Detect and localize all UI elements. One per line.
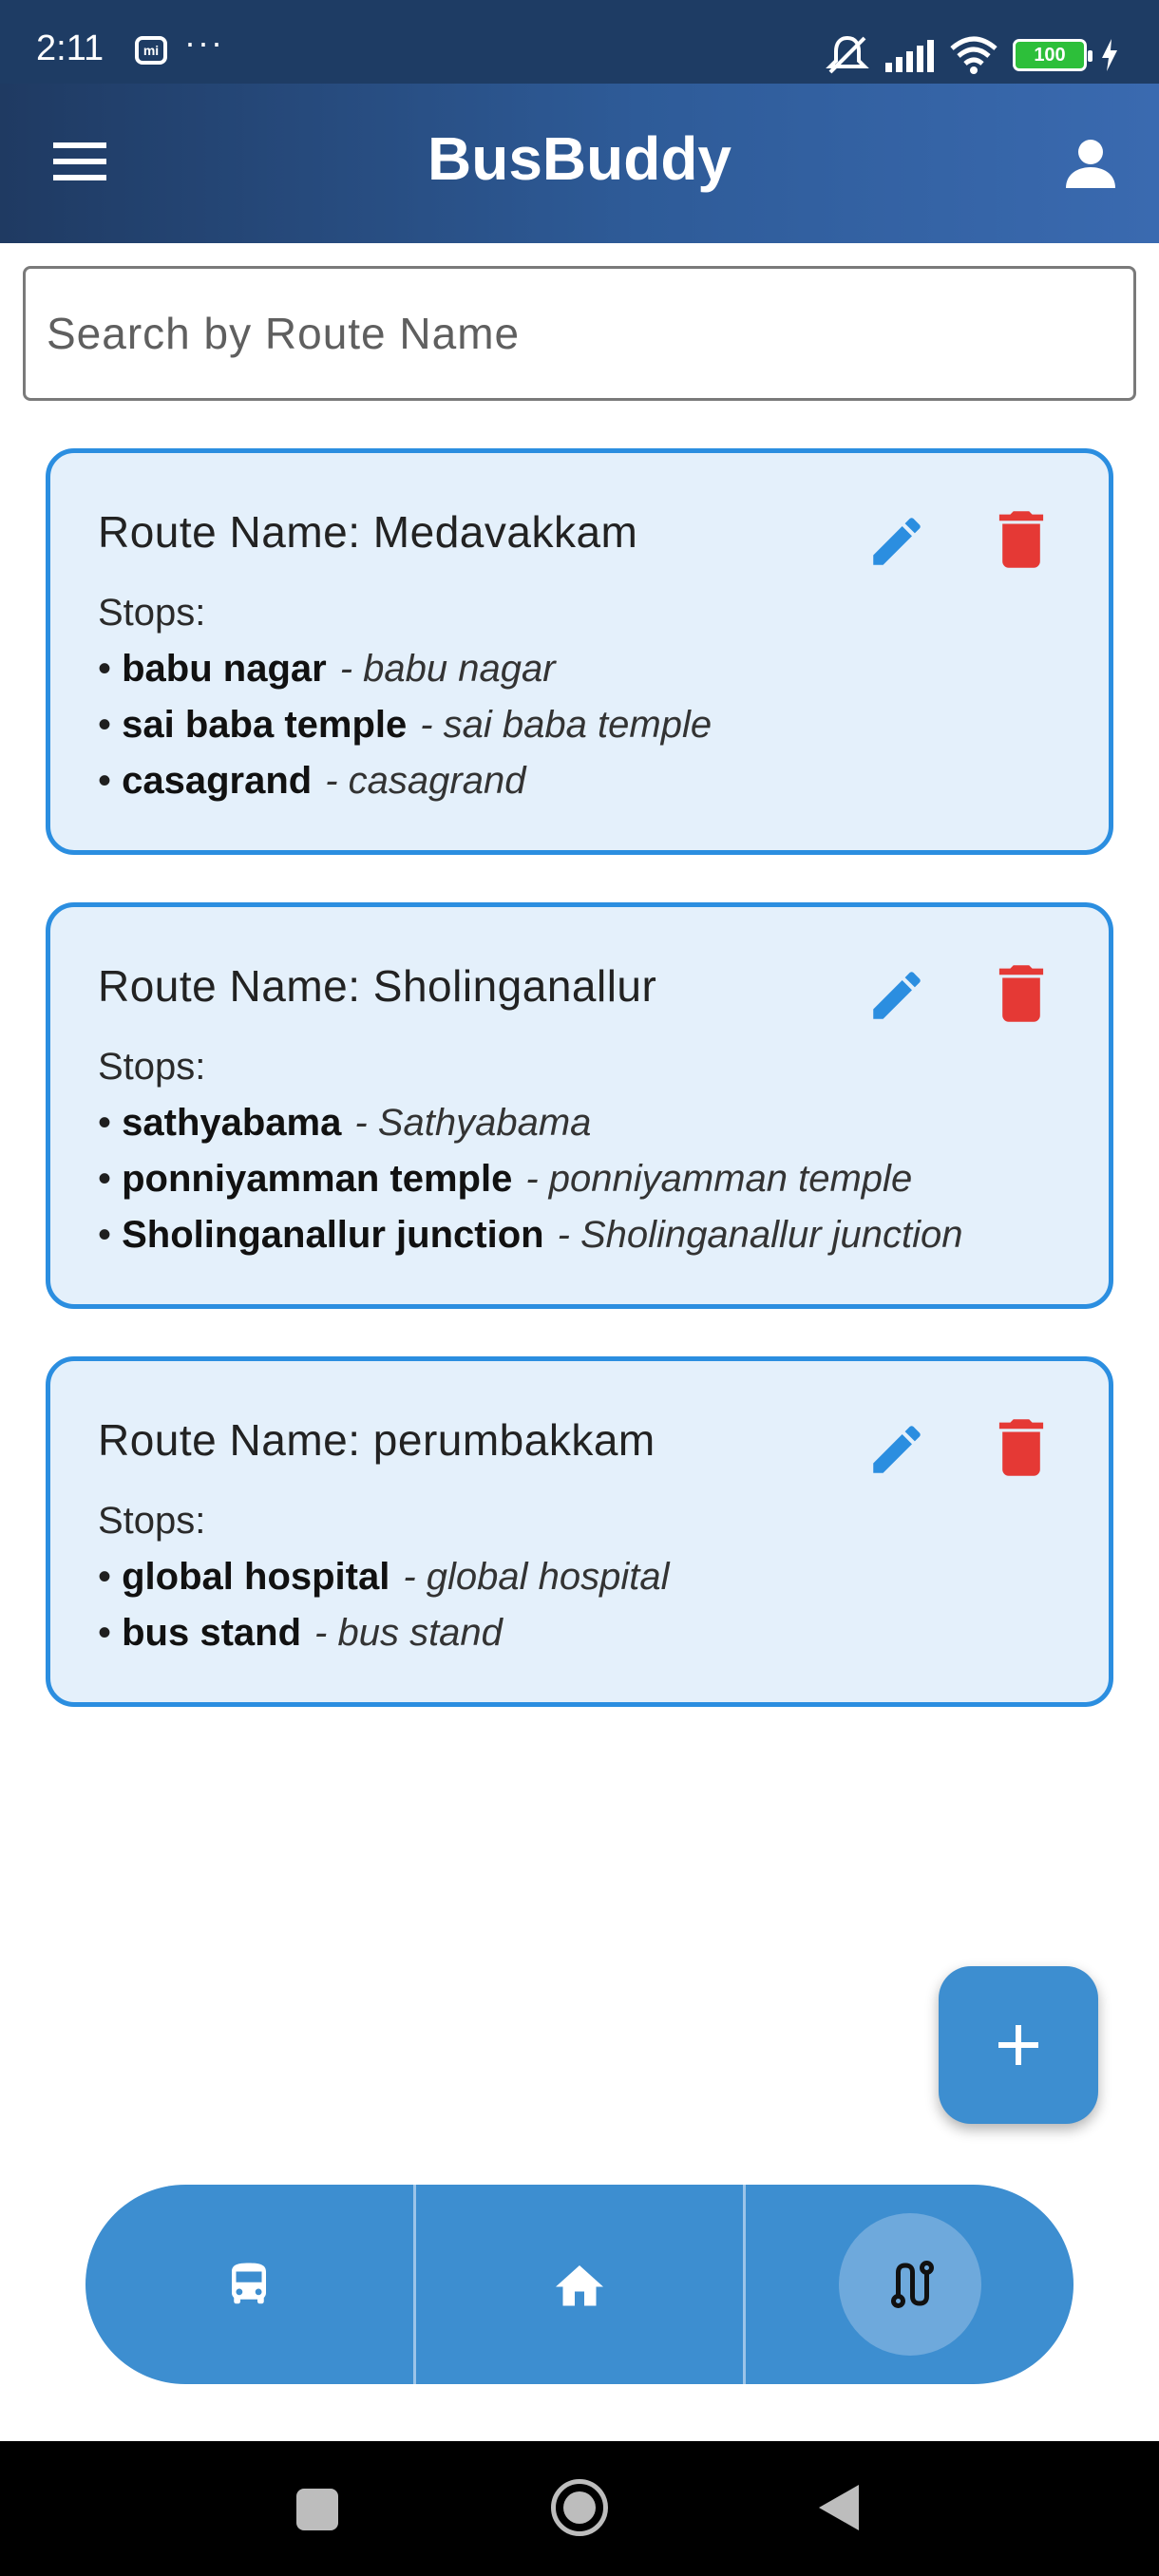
delete-route-button[interactable] xyxy=(995,962,1048,1025)
edit-icon xyxy=(873,518,921,565)
profile-button[interactable] xyxy=(1062,135,1119,192)
bottom-navigation xyxy=(86,2185,1074,2384)
edit-route-button[interactable] xyxy=(865,964,928,1027)
stops-label: Stops: xyxy=(98,1046,206,1088)
mi-notification-icon: mi xyxy=(135,36,167,65)
delete-route-button[interactable] xyxy=(995,508,1048,571)
edit-icon xyxy=(873,1426,921,1473)
stops-label: Stops: xyxy=(98,1500,206,1542)
profile-icon xyxy=(1066,140,1115,188)
nav-item-home[interactable] xyxy=(412,2185,744,2384)
stop-item: • Sholinganallur junction - Sholinganallu… xyxy=(98,1214,963,1256)
stop-description: - casagrand xyxy=(325,760,526,802)
route-card: Route Name: perumbakkam Stops: • global … xyxy=(46,1356,1113,1707)
stop-name: babu nagar xyxy=(122,648,327,690)
route-card: Route Name: Medavakkam Stops: • babu nag… xyxy=(46,448,1113,855)
stop-name: global hospital xyxy=(122,1556,390,1598)
stops-label: Stops: xyxy=(98,592,206,634)
stop-item: • ponniyamman temple - ponniyamman temple xyxy=(98,1158,913,1200)
home-icon xyxy=(556,2265,603,2306)
stop-name: casagrand xyxy=(122,760,313,802)
stop-description: - babu nagar xyxy=(339,648,556,690)
search-field[interactable] xyxy=(23,266,1136,401)
bus-icon xyxy=(232,2263,267,2304)
stop-item: • sai baba temple - sai baba temple xyxy=(98,704,712,746)
system-navigation-bar xyxy=(0,2441,1159,2576)
route-icon xyxy=(890,2261,934,2308)
stop-item: • bus stand - bus stand xyxy=(98,1612,503,1654)
route-card: Route Name: Sholinganallur Stops: • sath… xyxy=(46,902,1113,1309)
stop-item: • sathyabama - Sathyabama xyxy=(98,1102,592,1144)
nav-item-bus[interactable] xyxy=(86,2185,413,2384)
add-route-button[interactable] xyxy=(939,1966,1098,2124)
stop-name: sathyabama xyxy=(122,1102,342,1144)
status-bar: 2:11 mi ··· 100 xyxy=(0,0,1159,84)
search-input[interactable] xyxy=(47,269,1112,398)
stop-description: - Sathyabama xyxy=(354,1102,592,1144)
status-more: ··· xyxy=(184,23,224,62)
app-bar: BusBuddy xyxy=(0,84,1159,243)
stop-name: sai baba temple xyxy=(122,704,408,746)
stop-description: - Sholinganallur junction xyxy=(557,1214,963,1256)
charging-icon xyxy=(1102,39,1117,71)
stop-description: - ponniyamman temple xyxy=(525,1158,913,1200)
stop-name: ponniyamman temple xyxy=(122,1158,513,1200)
home-dot-icon xyxy=(563,2491,596,2524)
route-list: Route Name: Medavakkam Stops: • babu nag… xyxy=(46,448,1113,1754)
wifi-icon xyxy=(950,36,998,74)
app-title: BusBuddy xyxy=(428,124,732,193)
stop-description: - global hospital xyxy=(403,1556,670,1598)
nav-active-indicator xyxy=(838,2213,981,2356)
delete-route-button[interactable] xyxy=(995,1416,1048,1479)
stop-description: - sai baba temple xyxy=(420,704,712,746)
stop-item: • global hospital - global hospital xyxy=(98,1556,670,1598)
back-button[interactable] xyxy=(819,2485,859,2530)
stop-description: - bus stand xyxy=(314,1612,503,1654)
stop-item: • babu nagar - babu nagar xyxy=(98,648,556,690)
edit-icon xyxy=(873,972,921,1019)
recents-button[interactable] xyxy=(296,2489,338,2530)
battery-icon: 100 xyxy=(1013,39,1092,71)
signal-icon xyxy=(885,40,934,72)
edit-route-button[interactable] xyxy=(865,510,928,573)
status-time: 2:11 xyxy=(36,28,104,68)
nav-item-routes[interactable] xyxy=(743,2185,1074,2384)
system-home-button[interactable] xyxy=(551,2479,608,2536)
stop-item: • casagrand - casagrand xyxy=(98,760,526,802)
stop-name: Sholinganallur junction xyxy=(122,1214,544,1256)
delete-icon xyxy=(998,1419,1044,1476)
edit-route-button[interactable] xyxy=(865,1418,928,1481)
status-icons: 100 xyxy=(825,34,1119,76)
mute-icon xyxy=(826,35,869,74)
stop-name: bus stand xyxy=(122,1612,302,1654)
delete-icon xyxy=(998,965,1044,1022)
plus-icon xyxy=(998,2025,1038,2065)
delete-icon xyxy=(998,511,1044,568)
